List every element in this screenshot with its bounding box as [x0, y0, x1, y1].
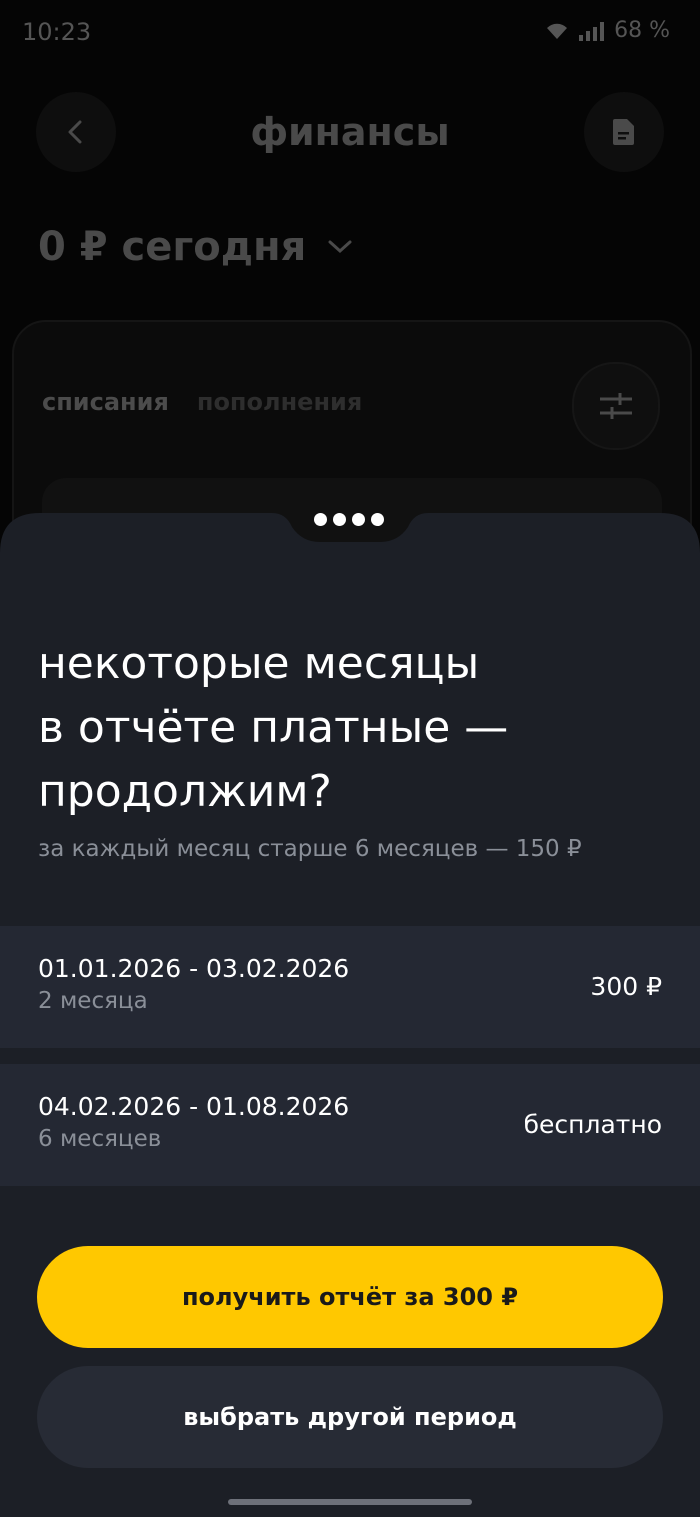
wifi-icon: [547, 23, 568, 39]
period-row-free: 04.02.2026 - 01.08.2026 6 месяцев беспла…: [0, 1064, 700, 1186]
period-months: 2 месяца: [38, 988, 148, 1014]
sheet-title-line-2: в отчёте платные —: [38, 702, 509, 753]
battery-level: 68 %: [614, 18, 670, 43]
header: финансы: [0, 92, 700, 176]
document-icon: [613, 119, 634, 145]
period-price: 300 ₽: [590, 972, 662, 1001]
sheet-title-line-3: продолжим?: [38, 766, 332, 817]
report-button[interactable]: [584, 92, 664, 172]
sheet-title-line-1: некоторые месяцы: [38, 638, 480, 689]
period-row-paid: 01.01.2026 - 03.02.2026 2 месяца 300 ₽: [0, 926, 700, 1048]
filter-button[interactable]: [572, 362, 660, 450]
tab-debits[interactable]: списания: [42, 388, 169, 416]
period-price: бесплатно: [523, 1110, 662, 1139]
sheet-title: некоторые месяцы в отчёте платные — прод…: [38, 632, 658, 824]
period-range: 01.01.2026 - 03.02.2026: [38, 954, 350, 983]
transaction-tabs: списания пополнения: [42, 388, 362, 416]
status-time: 10:23: [22, 18, 92, 46]
chevron-down-icon: [328, 240, 352, 254]
sliders-icon: [600, 393, 632, 419]
sheet-drag-handle[interactable]: [314, 513, 384, 526]
get-report-button[interactable]: получить отчёт за 300 ₽: [37, 1246, 663, 1348]
sheet-subtitle: за каждый месяц старше 6 месяцев — 150 ₽: [38, 836, 582, 862]
period-range: 04.02.2026 - 01.08.2026: [38, 1092, 350, 1121]
signal-icon: [579, 21, 605, 41]
status-icons: 68 %: [545, 18, 670, 43]
period-months: 6 месяцев: [38, 1126, 162, 1152]
balance-period-selector[interactable]: 0 ₽ сегодня: [38, 224, 354, 270]
home-indicator[interactable]: [228, 1499, 472, 1505]
tab-credits[interactable]: пополнения: [197, 388, 362, 416]
balance-label: 0 ₽ сегодня: [38, 224, 307, 270]
paid-months-sheet: некоторые месяцы в отчёте платные — прод…: [0, 560, 700, 1517]
status-bar: 10:23 68 %: [0, 0, 700, 70]
choose-other-period-button[interactable]: выбрать другой период: [37, 1366, 663, 1468]
